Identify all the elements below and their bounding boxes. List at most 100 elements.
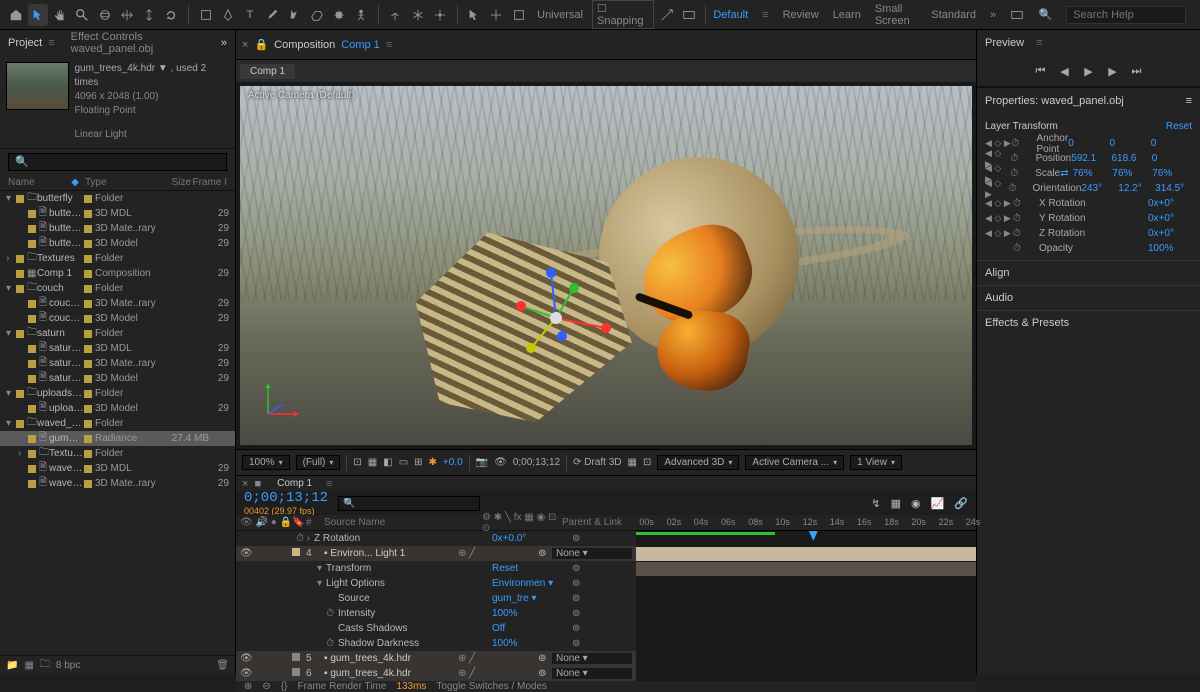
show-snapshot-icon[interactable]: 👁 [494, 457, 507, 468]
roto-tool-icon[interactable] [329, 4, 348, 26]
panel-menu-icon[interactable]: » [221, 37, 227, 49]
extended-viewer-icon[interactable]: ⊡ [643, 457, 651, 468]
property-row[interactable]: ◀ ◇ ▶⏱X Rotation0x+0° [977, 196, 1200, 211]
frame-blend-icon[interactable]: ▦ [891, 497, 901, 510]
dolly-tool-icon[interactable] [140, 4, 159, 26]
ground-plane-icon[interactable]: ▦ [628, 457, 637, 468]
timeline-row[interactable]: ⏱ Intensity100%⊚ [236, 606, 636, 621]
prev-frame-icon[interactable]: ◀ [1056, 62, 1074, 80]
rotate-tool-icon[interactable] [162, 4, 181, 26]
puppet-tool-icon[interactable] [352, 4, 371, 26]
hand-tool-icon[interactable] [51, 4, 70, 26]
trash-icon[interactable]: 🗑 [216, 660, 229, 671]
project-row[interactable]: ›🗀TexturesFolder [0, 251, 235, 266]
workspace-review[interactable]: Review [783, 9, 819, 21]
close-tab-icon[interactable]: × [242, 478, 248, 490]
camera-dropdown[interactable]: Active Camera ... ▾ [745, 455, 844, 470]
timeline-row[interactable]: 👁4▪ Environ... Light 1⊕ ╱⊚None ▾ [236, 546, 636, 561]
reset-button[interactable]: Reset [1166, 121, 1192, 132]
project-row[interactable]: ▾🗀saturnFolder [0, 326, 235, 341]
timeline-row[interactable]: ⏱ › Z Rotation0x+0.0°⊚ [236, 531, 636, 546]
fast-preview-icon[interactable]: ⊡ [353, 457, 361, 468]
close-tab-icon[interactable]: × [242, 39, 248, 51]
project-row[interactable]: ▾🗀waved_panelFolder [0, 416, 235, 431]
zoom-tool-icon[interactable] [73, 4, 92, 26]
label-filter-icon[interactable]: ◆ [71, 177, 79, 188]
more-workspaces-icon[interactable]: » [990, 9, 996, 21]
comp-tab[interactable]: Comp 1 [240, 64, 295, 79]
snap-screen-icon[interactable] [679, 4, 698, 26]
mask-icon[interactable]: ◧ [383, 457, 392, 468]
project-row[interactable]: 🗎saturn.obj3D Model29 [0, 371, 235, 386]
selection-tool-icon[interactable] [28, 4, 47, 26]
property-row[interactable]: ◀ ◇ ▶⏱Position592.1618.60 [977, 151, 1200, 166]
timeline-search[interactable] [338, 496, 480, 511]
project-row[interactable]: 🗎uploads..gg.obj3D Model29 [0, 401, 235, 416]
last-frame-icon[interactable]: ⏭ [1128, 62, 1146, 80]
property-row[interactable]: ◀ ◇ ▶⏱Y Rotation0x+0° [977, 211, 1200, 226]
cursor-icon[interactable] [464, 4, 483, 26]
new-comp-icon[interactable]: ▦ [24, 660, 33, 671]
eraser-tool-icon[interactable] [307, 4, 326, 26]
tl-toggle3-icon[interactable]: {} [281, 681, 288, 692]
project-tab[interactable]: Project [8, 37, 42, 49]
project-row[interactable]: 🗎gum_tre...k.hdrRadiance27.4 MB [0, 431, 235, 446]
graph-editor-icon[interactable]: 📈 [931, 497, 945, 510]
workspace-standard[interactable]: Standard [931, 9, 976, 21]
interpret-icon[interactable]: 📁 [6, 660, 18, 671]
project-row[interactable]: ▾🗀butterflyFolder [0, 191, 235, 206]
project-row[interactable]: ▾🗀couchFolder [0, 281, 235, 296]
orbit-tool-icon[interactable] [95, 4, 114, 26]
project-row[interactable]: ›🗀TexturesFolder [0, 446, 235, 461]
snap-edge-icon[interactable] [657, 4, 676, 26]
ext-icon[interactable] [1010, 4, 1024, 26]
snapping-toggle[interactable]: ☐ Snapping [592, 0, 654, 29]
align-section[interactable]: Align [977, 260, 1200, 285]
text-tool-icon[interactable]: T [240, 4, 259, 26]
move-icon[interactable] [487, 4, 506, 26]
timeline-row[interactable]: ▾ TransformReset⊚ [236, 561, 636, 576]
zoom-dropdown[interactable]: 100% ▾ [242, 455, 290, 470]
timeline-tracks[interactable]: 00s02s04s06s08s10s12s14s16s18s20s22s24s [636, 515, 976, 681]
tl-toggle2-icon[interactable]: ⊖ [262, 681, 270, 692]
project-row[interactable]: 🗎waved_p...mdl3D MDL29 [0, 461, 235, 476]
timeline-tab[interactable]: Comp 1 [267, 476, 322, 491]
view-axis-icon[interactable] [430, 4, 449, 26]
views-dropdown[interactable]: 1 View ▾ [850, 455, 902, 470]
workspace-small[interactable]: Small Screen [875, 3, 918, 27]
pan-tool-icon[interactable] [117, 4, 136, 26]
transform-gizmo[interactable] [496, 258, 616, 381]
project-row[interactable]: 🗎saturn.mtl3D Mate..rary29 [0, 356, 235, 371]
project-row[interactable]: 🗎couch.mtl3D Mate..rary29 [0, 296, 235, 311]
composition-link[interactable]: Comp 1 [341, 39, 380, 51]
exposure-value[interactable]: +0.0 [443, 457, 463, 468]
color-icon[interactable]: ✱ [429, 457, 437, 468]
props-menu-icon[interactable]: ≡ [1186, 95, 1192, 107]
shy-icon[interactable]: ↯ [871, 497, 880, 510]
timeline-row[interactable]: ▾ Light OptionsEnvironmen ▾⊚ [236, 576, 636, 591]
next-frame-icon[interactable]: ▶ [1104, 62, 1122, 80]
snapshot-icon[interactable]: 📷 [476, 457, 488, 468]
project-tree[interactable]: ▾🗀butterflyFolder🗎butterfly.mdl3D MDL29🗎… [0, 191, 235, 655]
timeline-row[interactable]: 👁6▪ gum_trees_4k.hdr⊕ ╱⊚None ▾ [236, 666, 636, 681]
project-row[interactable]: 🗎butterfly.mdl3D MDL29 [0, 206, 235, 221]
property-row[interactable]: ◀ ◇ ▶⏱Orientation243°12.2°314.5° [977, 181, 1200, 196]
brain-icon[interactable]: 🔗 [954, 497, 968, 510]
property-row[interactable]: ◀ ◇ ▶⏱Scale⇄76%76%76% [977, 166, 1200, 181]
pen-tool-icon[interactable] [218, 4, 237, 26]
viewport[interactable]: Active Camera (Default) [240, 86, 972, 445]
timecode-display[interactable]: 0;00;13;12 [513, 457, 560, 468]
current-timecode[interactable]: 0;00;13;12 [244, 490, 328, 506]
workspace-learn[interactable]: Learn [833, 9, 861, 21]
draft3d-toggle[interactable]: ⟳ Draft 3D [573, 457, 621, 468]
motion-blur-icon[interactable]: ◉ [911, 497, 921, 510]
effects-section[interactable]: Effects & Presets [977, 310, 1200, 335]
property-row[interactable]: ⏱Opacity100% [977, 241, 1200, 256]
project-row[interactable]: 🗎saturn.mdl3D MDL29 [0, 341, 235, 356]
local-axis-icon[interactable] [386, 4, 405, 26]
preview-tab[interactable]: Preview [985, 37, 1024, 49]
project-row[interactable]: 🗎butterfly.mtl3D Mate..rary29 [0, 221, 235, 236]
timeline-outline[interactable]: 👁 🔊 ● 🔒 🔖 # Source Name ⚙ ✱ ╲ fx ▦ ◉ ⊡ ⊙… [236, 515, 636, 681]
toggle-switches[interactable]: Toggle Switches / Modes [436, 681, 547, 692]
renderer-dropdown[interactable]: Advanced 3D ▾ [657, 455, 739, 470]
